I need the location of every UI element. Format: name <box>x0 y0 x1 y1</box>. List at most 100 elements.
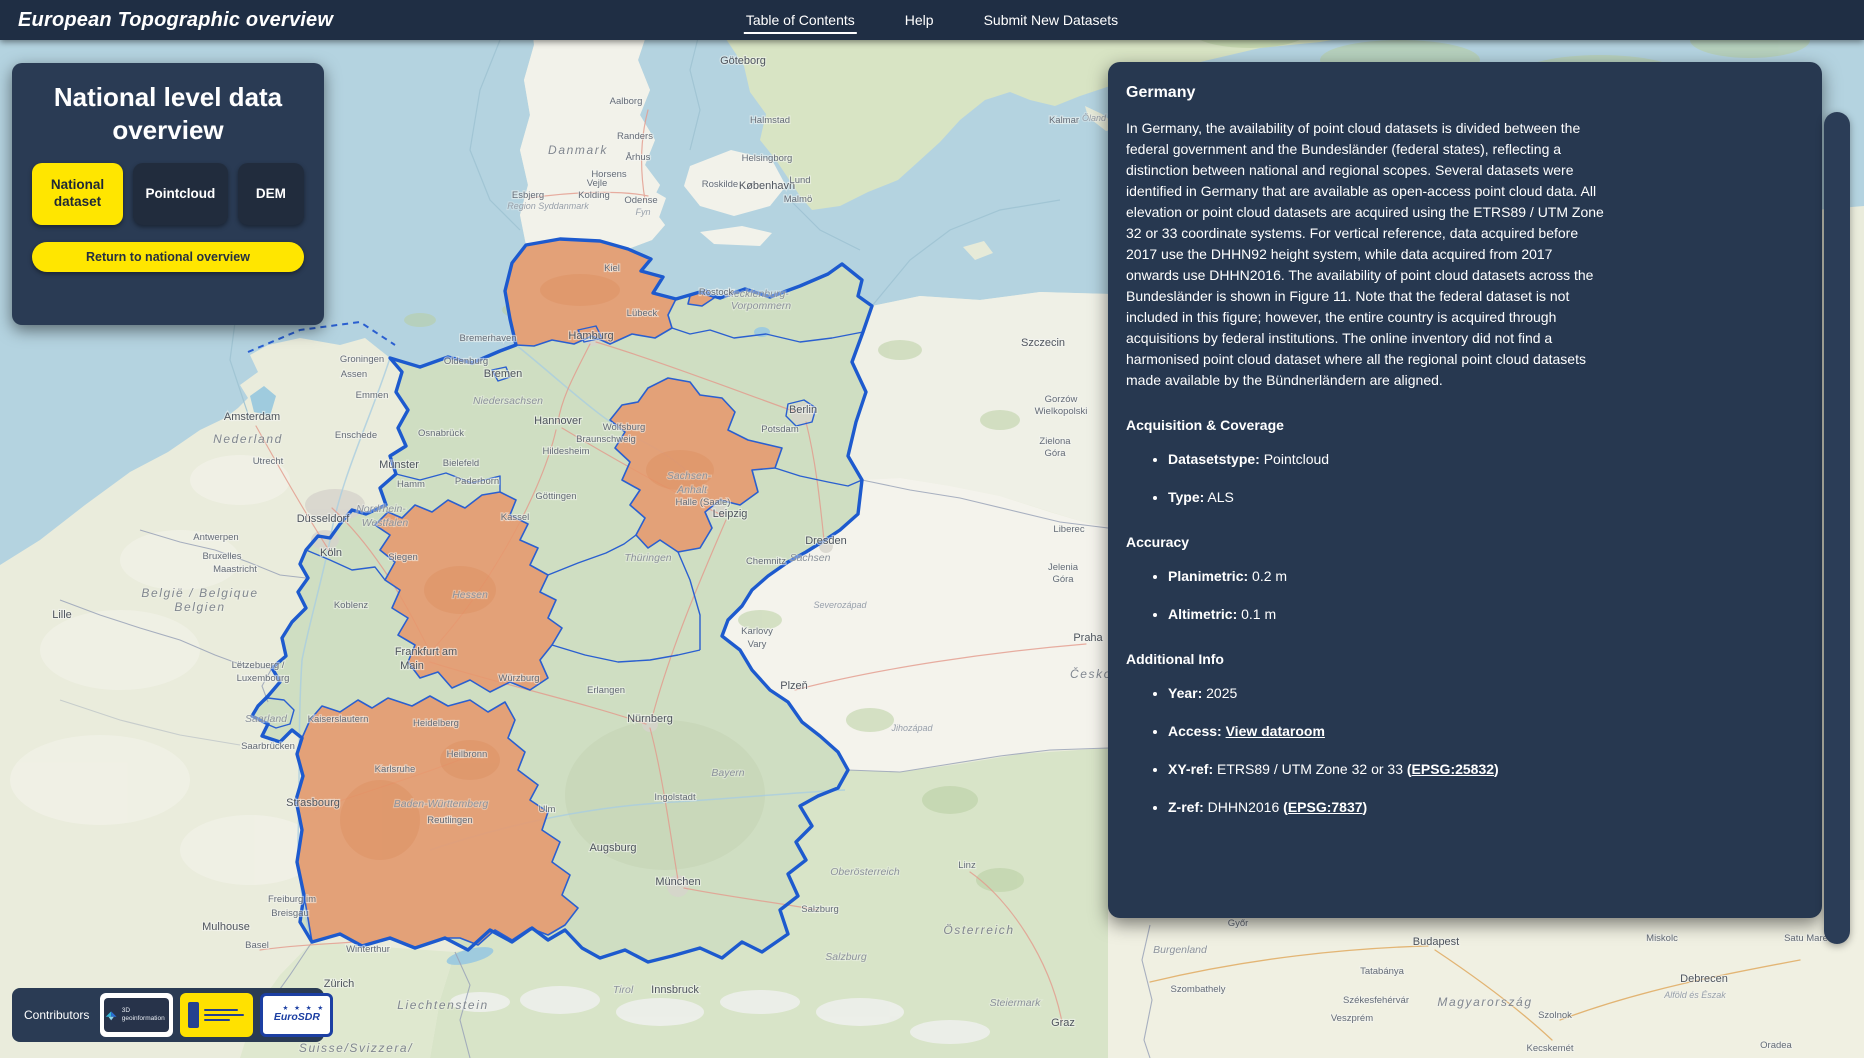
map-label: Rostock <box>699 287 734 298</box>
map-label: Jelenia <box>1048 562 1079 573</box>
app-window: AmsterdamUtrechtNederlandGroningenAssenE… <box>0 0 1864 1058</box>
return-to-national-overview-button[interactable]: Return to national overview <box>32 242 304 272</box>
pointcloud-button[interactable]: Pointcloud <box>133 163 228 225</box>
map-label: Oldenburg <box>444 356 488 367</box>
map-label: Burgenland <box>1153 944 1208 956</box>
map-label: Aalborg <box>610 96 643 107</box>
map-label: Strasbourg <box>286 797 340 809</box>
map-label: Siegen <box>388 552 418 563</box>
map-label: Öland <box>1082 113 1107 123</box>
map-label: Vorpommern <box>731 300 791 312</box>
logo-3d-geoinformation: 3D geoinformation <box>100 993 173 1037</box>
detail-item: Altimetric: 0.1 m <box>1168 604 1638 625</box>
tab-table-of-contents[interactable]: Table of Contents <box>744 6 857 34</box>
detail-link[interactable]: EPSG:7837 <box>1288 799 1363 815</box>
section-heading: Acquisition & Coverage <box>1126 417 1804 433</box>
panel-title: National level data overview <box>34 81 302 146</box>
national-overview-panel: National level data overview National da… <box>12 63 324 325</box>
map-label: Münster <box>379 459 419 471</box>
map-label: Halmstad <box>750 115 790 126</box>
map-label: Kiel <box>604 263 620 274</box>
map-label: Debrecen <box>1680 973 1728 985</box>
map-label: Bayern <box>711 767 744 779</box>
map-label: Szombathely <box>1171 984 1226 995</box>
map-label: Szczecin <box>1021 337 1065 349</box>
detail-item: Access: View dataroom <box>1168 721 1638 742</box>
map-label: Lëtzebuerg / <box>232 660 285 671</box>
map-label: Köln <box>320 547 342 559</box>
dataset-mode-buttons: National dataset Pointcloud DEM <box>32 163 304 225</box>
map-label: Niedersachsen <box>473 395 543 407</box>
map-label: Gorzów <box>1045 394 1078 405</box>
map-label: Lund <box>789 175 810 186</box>
map-label: Česko <box>1070 666 1112 681</box>
map-label: Lille <box>52 609 72 621</box>
map-label: Steiermark <box>990 997 1042 1009</box>
map-label: Breisgau <box>271 908 309 919</box>
tab-submit-new-datasets[interactable]: Submit New Datasets <box>982 6 1121 34</box>
map-label: Liberec <box>1053 524 1084 535</box>
map-label: Erlangen <box>587 685 625 696</box>
map-label: Anhalt <box>676 484 708 496</box>
map-label: München <box>655 876 700 888</box>
detail-link[interactable]: View dataroom <box>1226 723 1325 739</box>
map-label: Luxembourg <box>237 673 290 684</box>
map-label: Praha <box>1073 632 1103 644</box>
tab-help[interactable]: Help <box>903 6 936 34</box>
map-label: Góra <box>1052 574 1074 585</box>
map-label: Graz <box>1051 1017 1075 1029</box>
detail-item: Datasetstype: Pointcloud <box>1168 449 1638 470</box>
map-label: Innsbruck <box>651 984 699 996</box>
map-label: Suisse/Svizzera/ <box>299 1041 413 1055</box>
map-label: Liechtenstein <box>397 998 489 1012</box>
national-dataset-button[interactable]: National dataset <box>32 163 123 225</box>
map-label: Wielkopolski <box>1035 406 1088 417</box>
map-label: Heilbronn <box>447 749 488 760</box>
map-label: Góra <box>1044 448 1066 459</box>
map-label: Osnabrück <box>418 428 464 439</box>
map-label: Budapest <box>1413 936 1459 948</box>
nav-tabs: Table of Contents Help Submit New Datase… <box>744 0 1120 40</box>
map-label: Hamm <box>397 479 425 490</box>
map-label: België / Belgique <box>141 586 258 600</box>
scrollbar-thumb[interactable] <box>1824 112 1850 944</box>
map-label: Bielefeld <box>443 458 479 469</box>
map-label: Zielona <box>1039 436 1071 447</box>
map-label: Ulm <box>539 804 556 815</box>
country-detail-panel: Germany In Germany, the availability of … <box>1108 62 1822 918</box>
top-navbar: European Topographic overview Table of C… <box>0 0 1864 40</box>
map-label: Salzburg <box>825 951 867 963</box>
contributors-bar: Contributors 3D geoinformation ★ ★ ★ ★ E… <box>12 988 324 1042</box>
map-label: Frankfurt am <box>395 646 457 658</box>
dem-button[interactable]: DEM <box>238 163 304 225</box>
map-label: Fyn <box>635 207 650 217</box>
map-label: Malmö <box>784 194 813 205</box>
map-label: Horsens <box>591 169 627 180</box>
detail-item: Z-ref: DHHN2016 (EPSG:7837) <box>1168 797 1638 818</box>
country-description: In Germany, the availability of point cl… <box>1126 118 1604 391</box>
map-label: Antwerpen <box>193 532 238 543</box>
map-label: Thüringen <box>624 552 671 564</box>
map-label: Chemnitz <box>746 556 786 567</box>
map-label: Saarbrücken <box>241 741 295 752</box>
map-label: Székesfehérvár <box>1343 995 1409 1006</box>
map-label: Severozápad <box>813 600 867 610</box>
crest-icon <box>188 1002 199 1028</box>
map-label: Jihozápad <box>890 723 933 733</box>
map-label: Heidelberg <box>413 718 459 729</box>
map-label: Nederland <box>213 432 283 446</box>
map-label: Kecskemét <box>1527 1043 1574 1054</box>
map-label: Düsseldorf <box>297 513 351 525</box>
map-label: Odense <box>624 195 657 206</box>
triangles-icon <box>104 1007 118 1023</box>
detail-link[interactable]: EPSG:25832 <box>1412 761 1495 777</box>
map-label: Main <box>400 660 424 672</box>
map-label: Győr <box>1228 918 1249 929</box>
map-label: Braunschweig <box>576 434 636 445</box>
map-label: Hessen <box>452 589 488 601</box>
map-label: Vary <box>748 639 767 650</box>
map-label: Zürich <box>324 978 355 990</box>
map-label: Utrecht <box>253 456 284 467</box>
map-label: Bruxelles <box>202 551 241 562</box>
map-label: Kolding <box>578 190 610 201</box>
